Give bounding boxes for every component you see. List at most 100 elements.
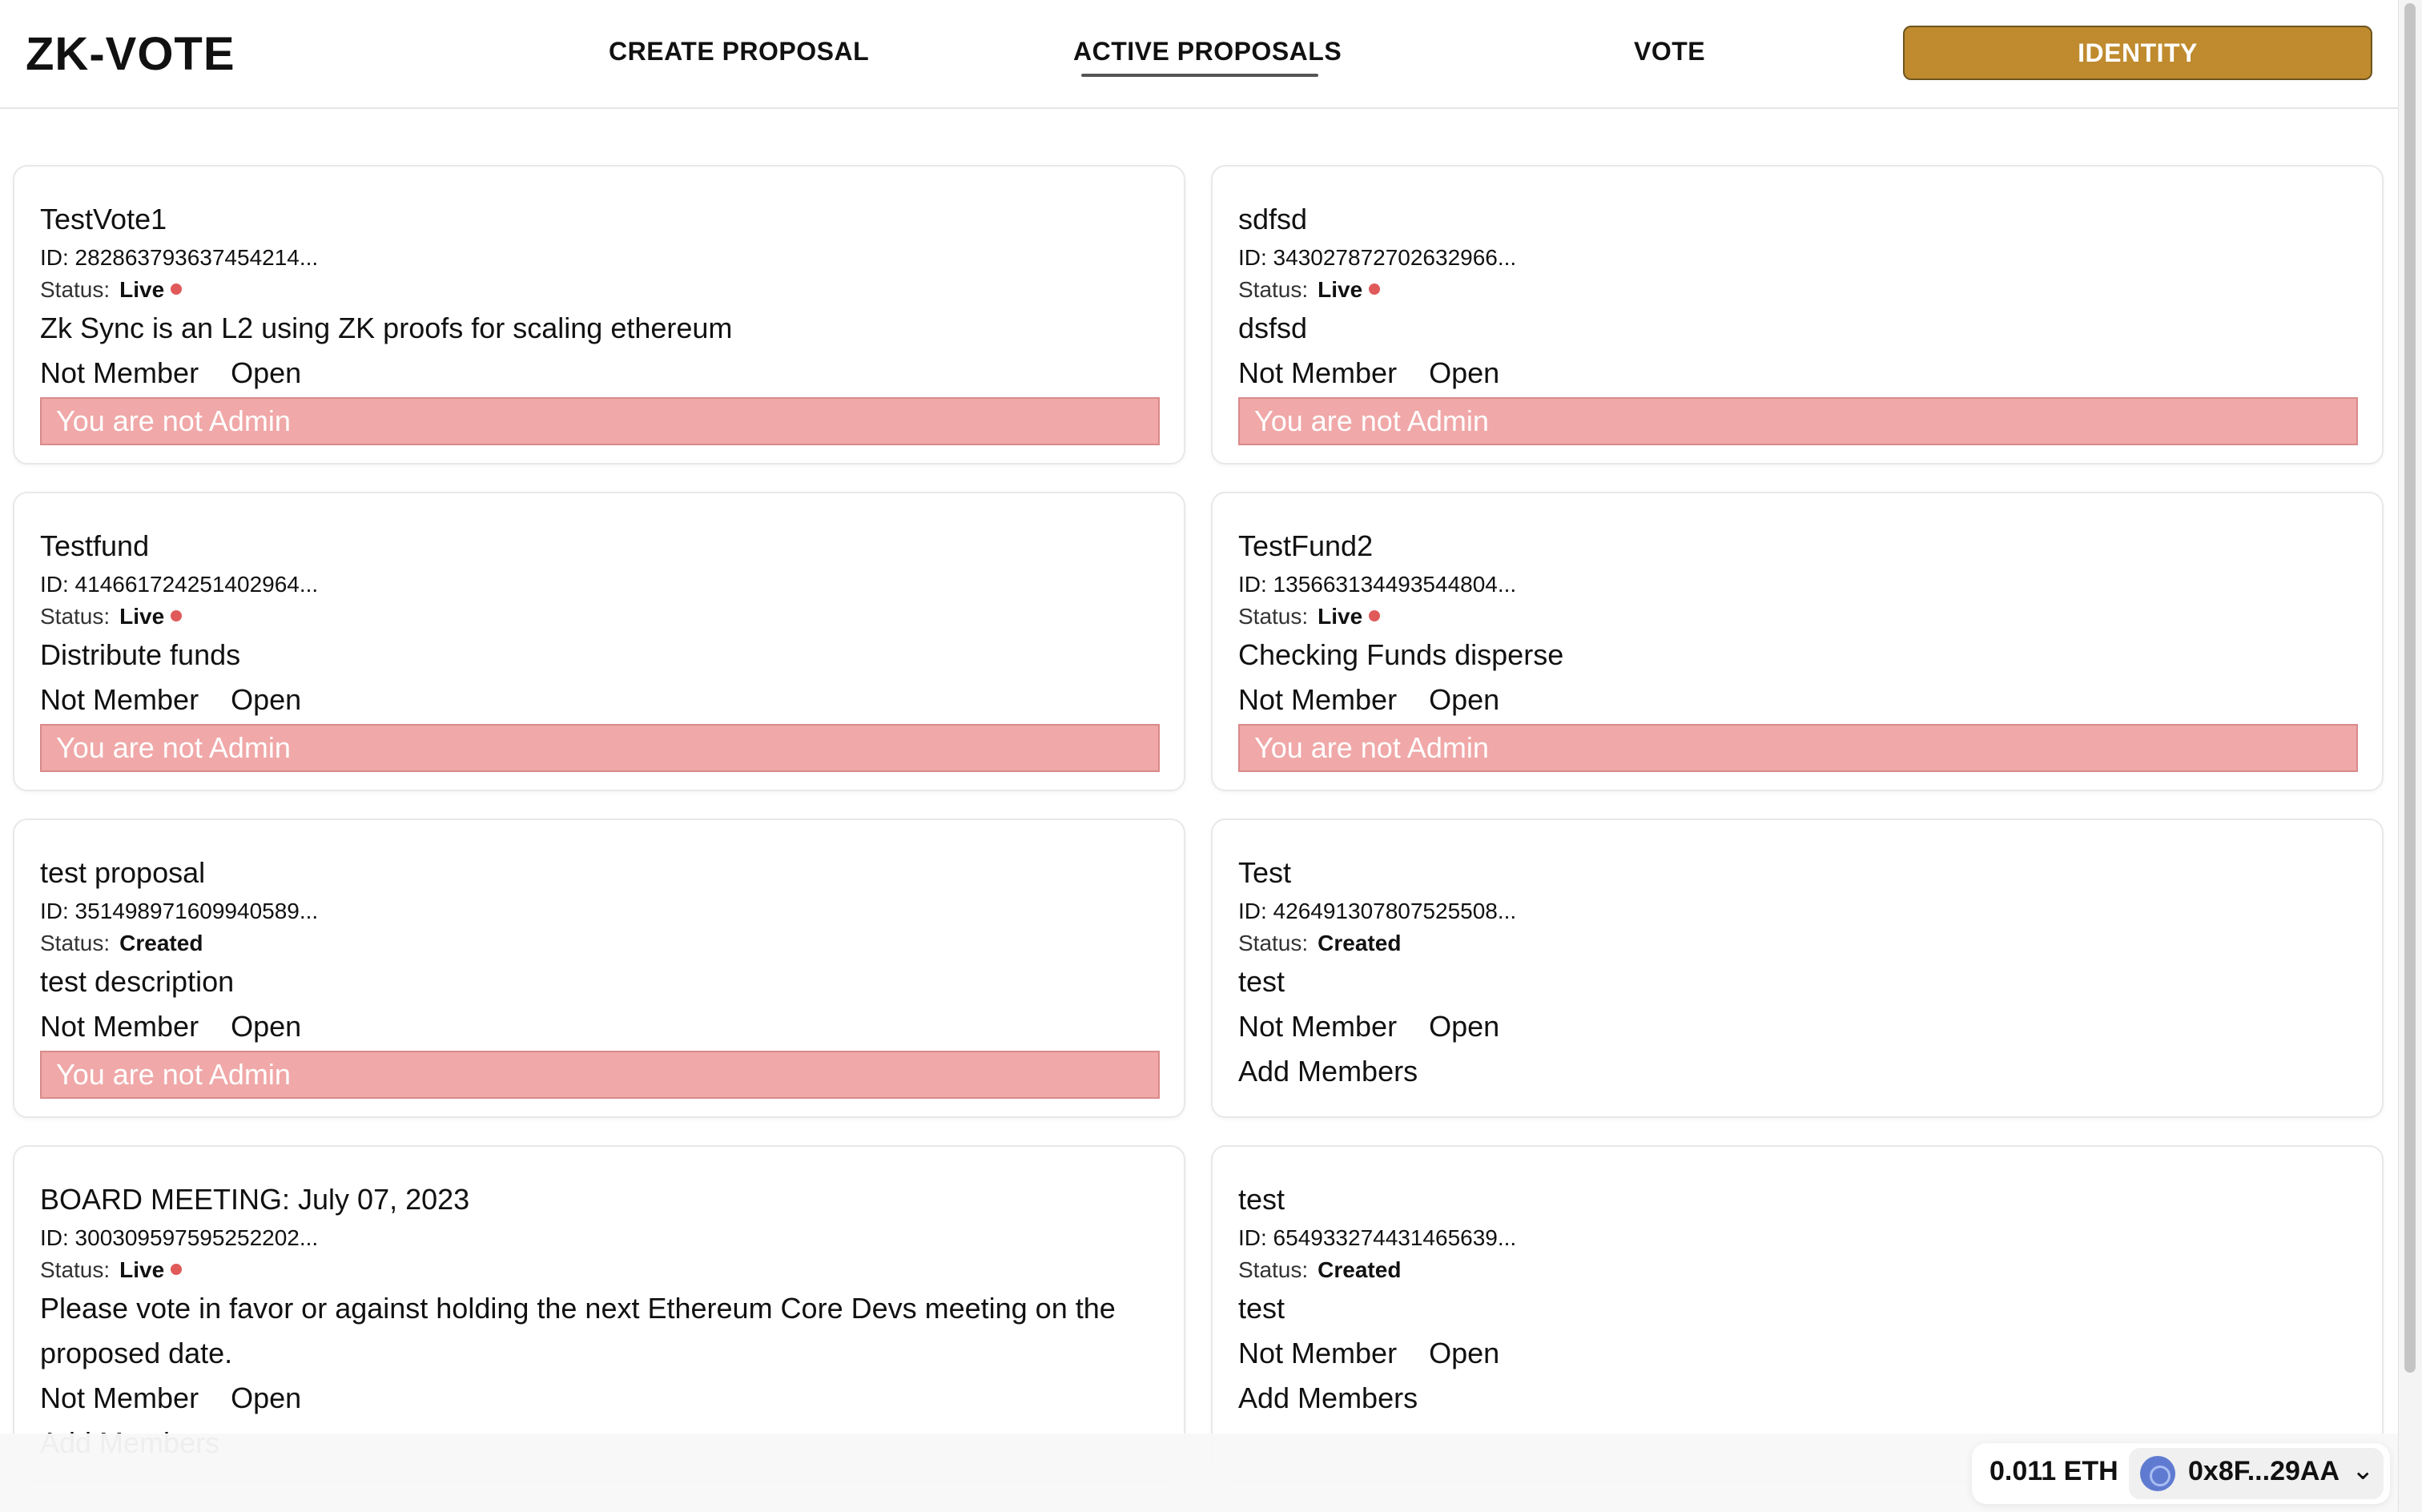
status-label: Status: (40, 604, 111, 629)
proposal-title: sdfsd (1238, 203, 1308, 235)
account-address[interactable]: 0x8F...29AA (2188, 1456, 2340, 1487)
membership-status: Not Member (40, 1381, 199, 1414)
proposal-card: Testfund ID: 414661724251402964... Statu… (13, 492, 1185, 791)
proposals-grid: TestVote1 ID: 282863793637454214... Stat… (13, 165, 2384, 1482)
membership-row: Not Member Open (1238, 678, 2356, 722)
membership-row: Not Member Open (40, 1376, 1158, 1421)
proposal-card: test ID: 654933274431465639... Status: Cr… (1211, 1145, 2384, 1482)
membership-row: Not Member Open (40, 1004, 1158, 1049)
proposal-status: Status: Live (40, 1254, 1158, 1286)
add-members-link[interactable]: Add Members (1238, 1376, 2356, 1421)
live-dot-icon (1369, 610, 1381, 621)
status-value: Live (119, 277, 165, 302)
proposal-description: test (1238, 1292, 1285, 1325)
open-status: Open (231, 1381, 302, 1414)
proposal-card: sdfsd ID: 343027872702632966... Status: L… (1211, 165, 2384, 464)
not-admin-banner: You are not Admin (1238, 397, 2358, 445)
membership-row: Not Member Open (40, 351, 1158, 396)
top-nav-bar: ZK-VOTE CREATE PROPOSAL ACTIVE PROPOSALS… (0, 0, 2398, 109)
status-value: Live (1318, 277, 1363, 302)
nav-create-proposal[interactable]: CREATE PROPOSAL (609, 37, 869, 66)
add-members-link[interactable]: Add Members (1238, 1049, 2356, 1094)
proposal-status: Status: Live (40, 274, 1158, 306)
proposal-title: BOARD MEETING: July 07, 2023 (40, 1183, 470, 1216)
status-value: Created (119, 931, 203, 955)
membership-status: Not Member (40, 356, 199, 389)
proposal-card: TestVote1 ID: 282863793637454214... Stat… (13, 165, 1185, 464)
open-status: Open (1429, 356, 1500, 389)
proposal-id: ID: 351498971609940589... (40, 899, 319, 923)
proposal-status: Status: Created (40, 927, 1158, 959)
nav-vote[interactable]: VOTE (1634, 37, 1705, 66)
status-value: Live (119, 1257, 165, 1282)
membership-row: Not Member Open (1238, 1331, 2356, 1376)
account-avatar (2140, 1456, 2175, 1491)
proposal-title: Test (1238, 856, 1292, 889)
proposal-title: TestFund2 (1238, 529, 1374, 562)
status-label: Status: (1238, 931, 1309, 955)
proposal-id: ID: 135663134493544804... (1238, 572, 1517, 597)
membership-status: Not Member (40, 1010, 199, 1043)
live-dot-icon (171, 284, 183, 295)
membership-status: Not Member (1238, 356, 1398, 389)
scrollbar-thumb[interactable] (2404, 3, 2416, 1373)
membership-row: Not Member Open (40, 678, 1158, 722)
membership-row: Not Member Open (1238, 351, 2356, 396)
nav-active-proposals[interactable]: ACTIVE PROPOSALS (1073, 37, 1342, 66)
open-status: Open (231, 683, 302, 716)
proposal-card: TestFund2 ID: 135663134493544804... Stat… (1211, 492, 2384, 791)
membership-status: Not Member (1238, 683, 1398, 716)
live-dot-icon (1369, 284, 1381, 295)
proposal-description: Zk Sync is an L2 using ZK proofs for sca… (40, 312, 733, 344)
open-status: Open (1429, 1010, 1500, 1043)
proposal-status: Status: Live (1238, 274, 2356, 306)
proposal-title: test proposal (40, 856, 206, 889)
open-status: Open (231, 356, 302, 389)
live-dot-icon (171, 610, 183, 621)
proposal-description: Distribute funds (40, 638, 241, 671)
live-dot-icon (171, 1264, 183, 1275)
open-status: Open (1429, 683, 1500, 716)
proposal-status: Status: Created (1238, 927, 2356, 959)
status-label: Status: (40, 277, 111, 302)
not-admin-banner: You are not Admin (40, 1051, 1160, 1099)
proposal-id: ID: 426491307807525508... (1238, 899, 1517, 923)
proposal-id: ID: 654933274431465639... (1238, 1225, 1517, 1250)
not-admin-banner: You are not Admin (40, 724, 1160, 772)
proposal-card: test proposal ID: 351498971609940589... … (13, 818, 1185, 1118)
membership-row: Not Member Open (1238, 1004, 2356, 1049)
proposal-id: ID: 300309597595252202... (40, 1225, 319, 1250)
proposal-card: BOARD MEETING: July 07, 2023 ID: 3003095… (13, 1145, 1185, 1482)
eth-balance: 0.011 ETH (1990, 1456, 2118, 1486)
open-status: Open (231, 1010, 302, 1043)
proposal-id: ID: 414661724251402964... (40, 572, 319, 597)
proposal-description: test (1238, 965, 1285, 998)
status-value: Created (1318, 931, 1402, 955)
status-label: Status: (1238, 604, 1309, 629)
proposal-status: Status: Created (1238, 1254, 2356, 1286)
app-logo[interactable]: ZK-VOTE (26, 27, 235, 81)
proposal-description: test description (40, 965, 235, 998)
proposal-card: Test ID: 426491307807525508... Status: Cr… (1211, 818, 2384, 1118)
proposal-status: Status: Live (40, 601, 1158, 633)
membership-status: Not Member (1238, 1010, 1398, 1043)
chevron-down-icon[interactable]: ⌄ (2352, 1454, 2375, 1486)
status-value: Live (1318, 604, 1363, 629)
membership-status: Not Member (1238, 1337, 1398, 1369)
proposal-id: ID: 282863793637454214... (40, 245, 319, 270)
identity-button[interactable]: IDENTITY (1903, 26, 2372, 80)
status-value: Live (119, 604, 165, 629)
status-value: Created (1318, 1257, 1402, 1282)
proposal-description: Checking Funds disperse (1238, 638, 1564, 671)
status-label: Status: (40, 1257, 111, 1282)
not-admin-banner: You are not Admin (40, 397, 1160, 445)
status-label: Status: (40, 931, 111, 955)
proposal-description: Please vote in favor or against holding … (40, 1292, 1116, 1369)
not-admin-banner: You are not Admin (1238, 724, 2358, 772)
proposal-description: dsfsd (1238, 312, 1308, 344)
proposal-id: ID: 343027872702632966... (1238, 245, 1517, 270)
status-label: Status: (1238, 277, 1309, 302)
proposal-title: TestVote1 (40, 203, 167, 235)
proposal-title: test (1238, 1183, 1285, 1216)
active-tab-underline (1081, 74, 1318, 77)
